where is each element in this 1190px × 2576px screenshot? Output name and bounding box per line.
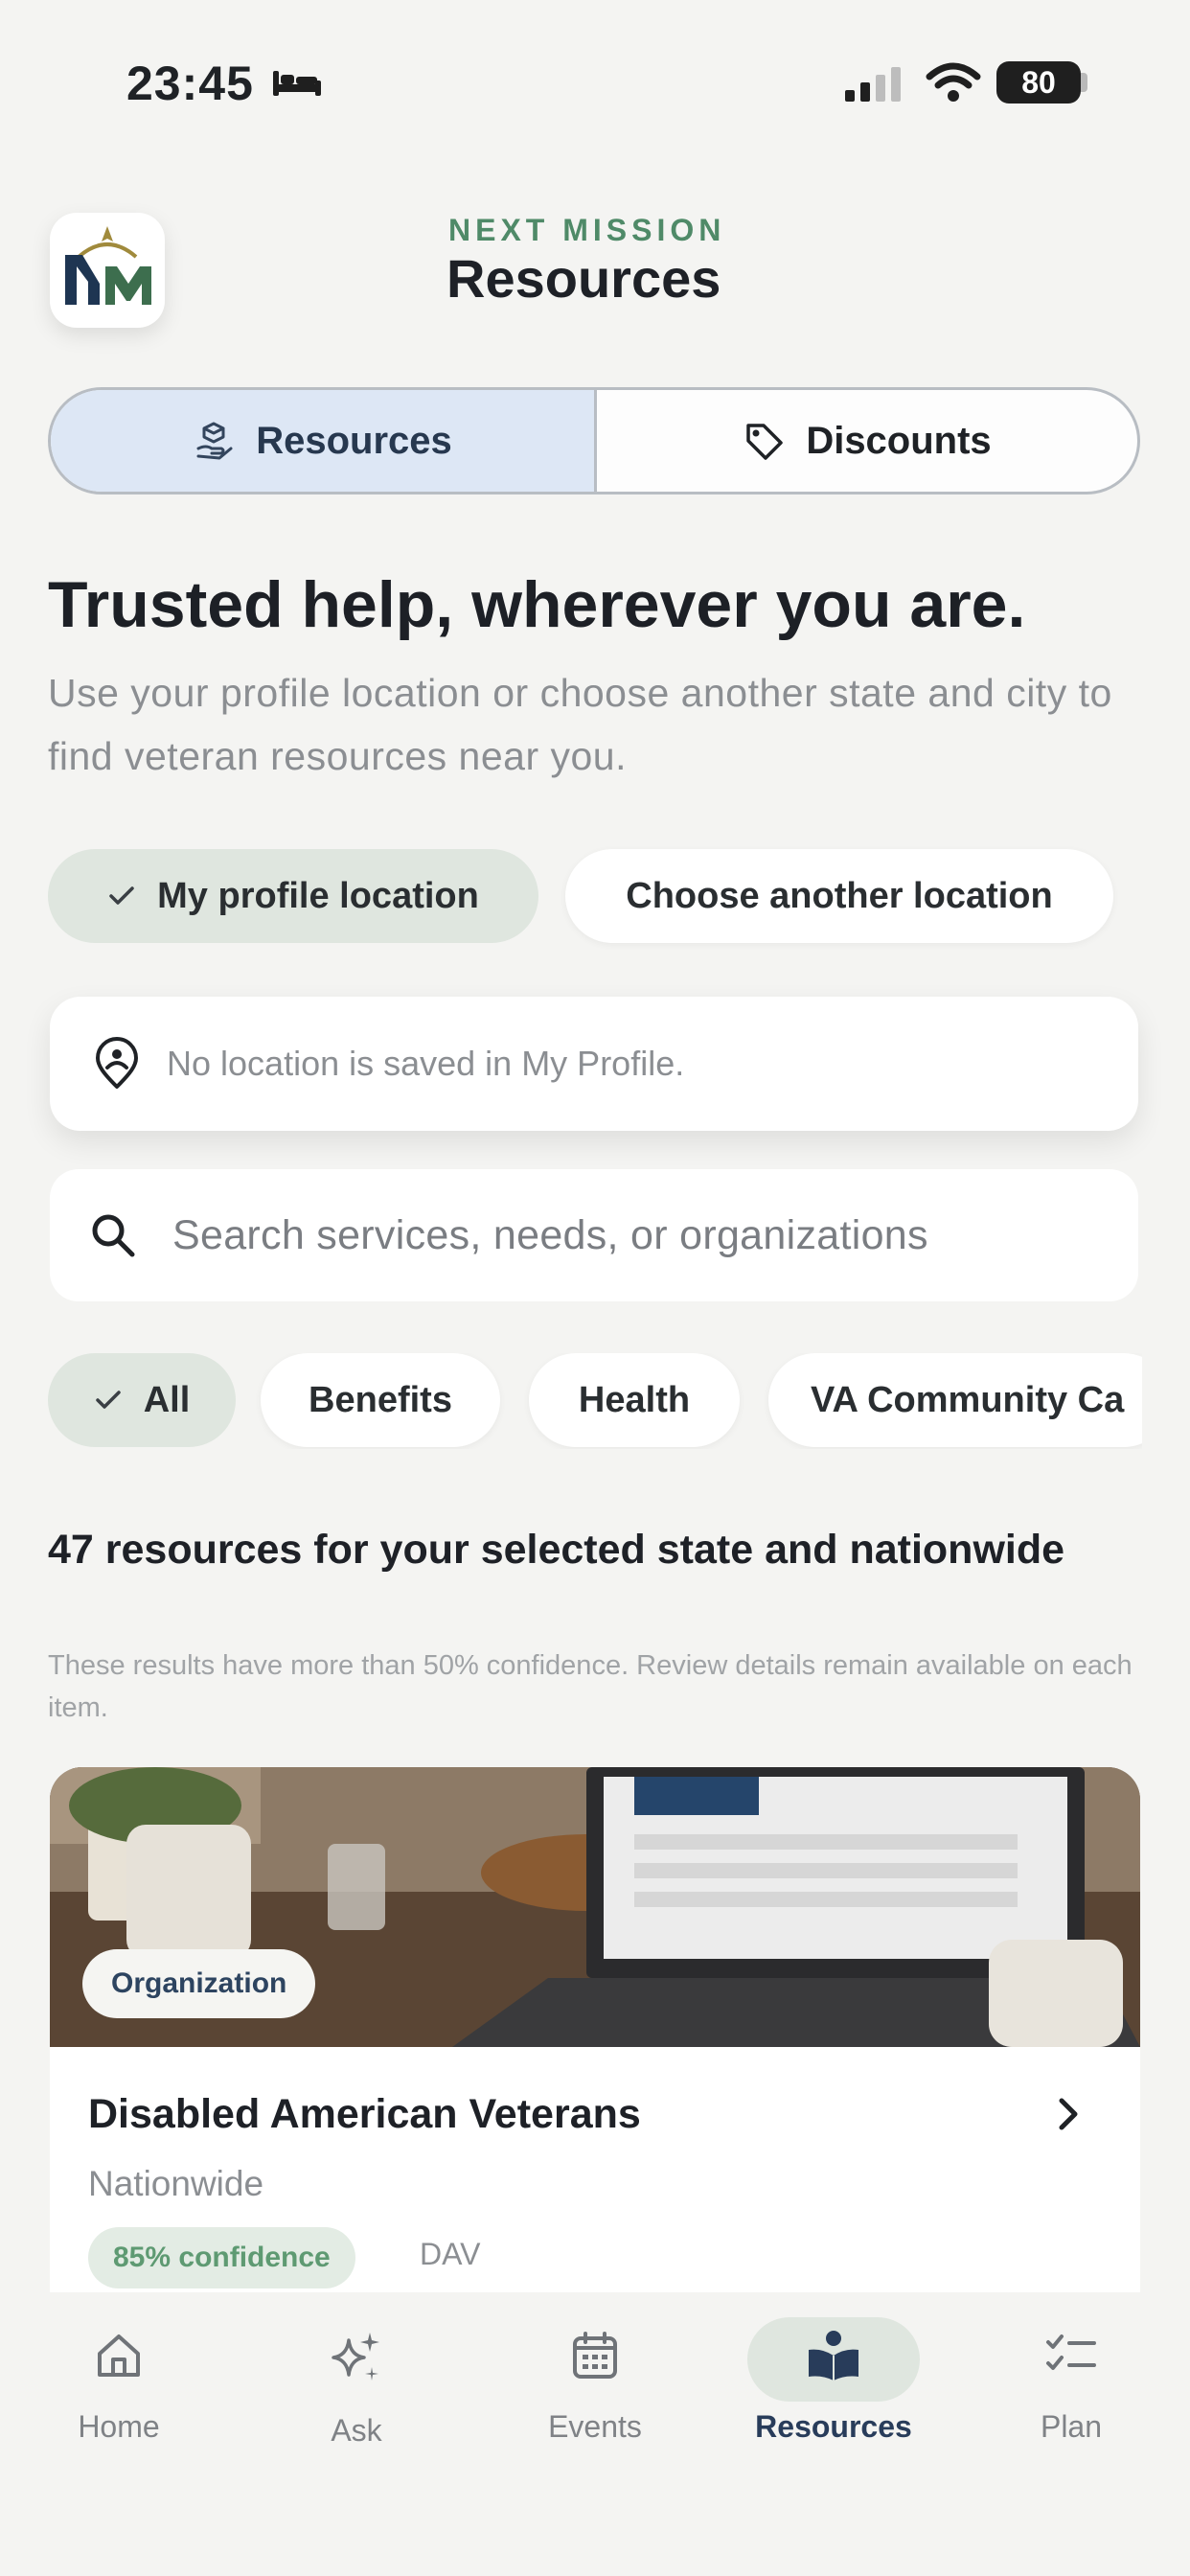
segmented-control: Resources Discounts [48, 387, 1140, 494]
results-note: These results have more than 50% confide… [48, 1650, 1133, 1723]
wifi-icon [926, 62, 981, 102]
nav-events-label: Events [548, 2409, 642, 2444]
search-placeholder: Search services, needs, or organizations [172, 1211, 928, 1258]
filter-chip-label: All [143, 1379, 191, 1420]
brand-name: NEXT MISSION [448, 213, 726, 247]
cellular-signal-icon [845, 67, 901, 102]
nav-ask-label: Ask [331, 2413, 382, 2448]
sleep-bed-icon [273, 71, 321, 96]
tab-resources[interactable]: Resources [51, 390, 597, 492]
page-title: Resources [446, 248, 721, 309]
nav-home-label: Home [78, 2409, 160, 2444]
resource-card[interactable]: Organization Disabled American Veterans … [50, 1767, 1140, 2294]
resource-title: Disabled American Veterans [88, 2091, 641, 2137]
tag-icon [746, 424, 784, 460]
sparkles-icon [332, 2333, 379, 2380]
nav-plan[interactable]: Plan [975, 2329, 1167, 2445]
location-status-text: No location is saved in My Profile. [167, 1044, 685, 1083]
calendar-icon [573, 2332, 617, 2379]
book-reader-icon [809, 2331, 858, 2380]
checkmark-icon [95, 1391, 121, 1409]
app-logo [50, 213, 165, 328]
nav-events[interactable]: Events [499, 2329, 691, 2445]
tab-resources-label: Resources [256, 419, 452, 462]
checkmark-icon [109, 886, 134, 905]
results-count: 47 resources for your selected state and… [48, 1527, 1065, 1573]
hero-subtitle: Use your profile location or choose anot… [48, 671, 1112, 778]
category-filter-row: All Benefits Health VA Community Ca [48, 1353, 1142, 1449]
hand-package-icon [196, 422, 233, 460]
next-mission-logo-icon [65, 226, 151, 305]
confidence-badge: 85% confidence [88, 2227, 355, 2288]
hero-headline: Trusted help, wherever you are. [48, 568, 1026, 641]
filter-chip-va-community-care[interactable]: VA Community Ca [768, 1353, 1142, 1447]
filter-chip-label: Health [578, 1379, 691, 1420]
status-time: 23:45 [126, 57, 254, 110]
resource-abbreviation: DAV [420, 2237, 481, 2271]
filter-chip-benefits[interactable]: Benefits [261, 1353, 500, 1447]
filter-chip-all[interactable]: All [48, 1353, 236, 1447]
my-profile-location-label: My profile location [157, 875, 479, 916]
filter-chip-label: VA Community Ca [811, 1379, 1125, 1420]
chevron-right-icon [1059, 2098, 1078, 2130]
nav-plan-label: Plan [1040, 2409, 1103, 2444]
battery-tip [1081, 73, 1087, 92]
location-person-pin-icon [96, 1037, 138, 1089]
tab-discounts-label: Discounts [806, 419, 992, 462]
nav-resources-label: Resources [755, 2409, 912, 2444]
search-input[interactable]: Search services, needs, or organizations [50, 1169, 1138, 1301]
location-status-card: No location is saved in My Profile. [50, 997, 1138, 1131]
bottom-navigation: Home Ask Events Resources Plan [0, 2292, 1190, 2576]
nav-ask[interactable]: Ask [261, 2329, 452, 2449]
nav-home[interactable]: Home [23, 2329, 215, 2445]
checklist-icon [1046, 2334, 1096, 2370]
search-icon [92, 1214, 135, 1257]
nav-resources[interactable]: Resources [738, 2329, 929, 2445]
choose-another-location-chip[interactable]: Choose another location [565, 849, 1113, 943]
filter-chip-label: Benefits [309, 1379, 452, 1420]
choose-another-location-label: Choose another location [626, 875, 1053, 916]
tab-discounts[interactable]: Discounts [597, 390, 1137, 492]
my-profile-location-chip[interactable]: My profile location [48, 849, 538, 943]
resource-type-badge: Organization [82, 1949, 316, 2018]
resource-location: Nationwide [88, 2164, 264, 2203]
filter-chip-health[interactable]: Health [529, 1353, 740, 1447]
battery-indicator: 80 [996, 61, 1081, 104]
home-icon [98, 2334, 140, 2377]
